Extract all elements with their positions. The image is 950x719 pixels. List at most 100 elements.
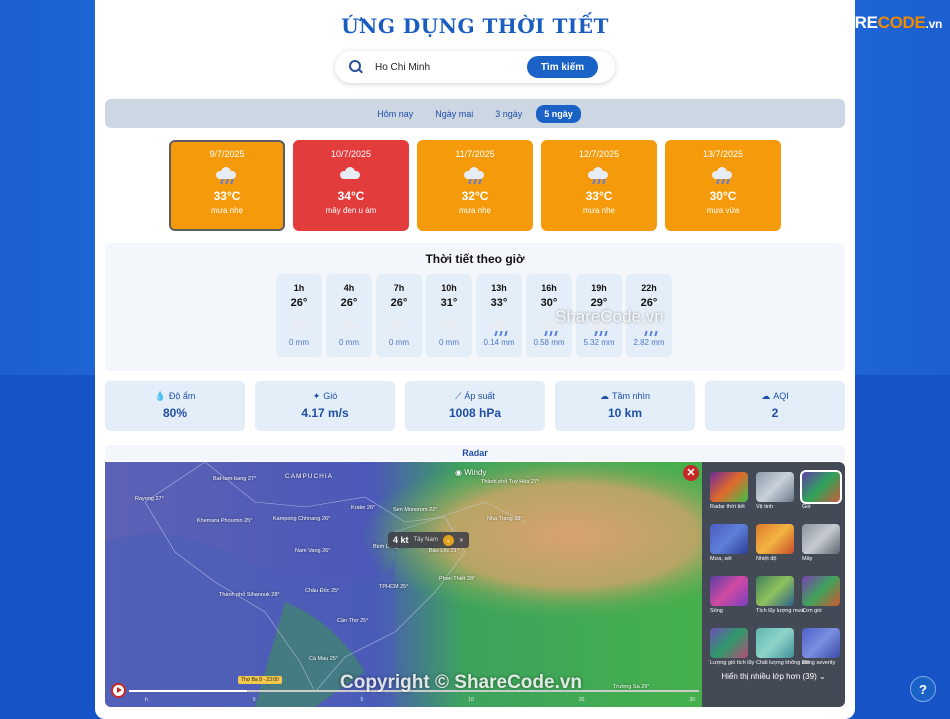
map-label: Châu Đốc 25°	[305, 588, 340, 594]
day-temp: 30°C	[709, 189, 737, 203]
daily-forecast: 9/7/2025 33°C mưa nhẹ 10/7/2025 34°C mây đen …	[169, 140, 781, 231]
day-date: 12/7/2025	[578, 149, 620, 159]
stat-card: ⟋ Áp suất 1008 hPa	[405, 381, 545, 431]
map-label: Cà Mau 25°	[309, 656, 339, 662]
day-temp: 32°C	[461, 189, 489, 203]
hour-card: 1h 26° 0 mm	[276, 274, 322, 357]
wind-icon: ✦	[312, 391, 321, 401]
hour-card: 10h 31° 0 mm	[426, 274, 472, 357]
stat-value: 80%	[162, 406, 188, 420]
hour-label: 16h	[541, 283, 557, 293]
day-card[interactable]: 9/7/2025 33°C mưa nhẹ	[169, 140, 285, 231]
windy-logo-icon: ◉	[455, 468, 465, 477]
watermark-center: ShareCode.vn	[555, 307, 664, 326]
chevron-down-icon[interactable]: ⌄	[442, 534, 454, 546]
page-title: ỨNG DỤNG THỜI TIẾT	[341, 14, 609, 38]
hour-temp: 26°	[340, 297, 358, 309]
hour-label: 22h	[641, 283, 657, 293]
hour-rain: 0 mm	[289, 338, 309, 347]
play-button[interactable]	[111, 683, 126, 698]
hour-temp: 26°	[290, 297, 308, 309]
app-panel: ỨNG DỤNG THỜI TIẾT Tìm kiếm Hôm nay Ngày…	[95, 0, 855, 719]
rain-cloud-icon	[710, 164, 736, 186]
layer-option[interactable]: Sóng severity	[802, 628, 842, 668]
stat-label: ⟋ Áp suất	[455, 391, 495, 401]
layer-label: Tích lũy lượng mưa	[756, 608, 805, 614]
hour-rain: 2.82 mm	[633, 338, 665, 347]
layer-option[interactable]: Lượng gió tích lũy	[710, 628, 755, 668]
stat-value: 10 km	[607, 406, 643, 420]
tab-today[interactable]: Hôm nay	[369, 105, 421, 123]
hourly-forecast: Thời tiết theo giờ 1h 26° 0 mm 4h 26° 0 mm 7h 2…	[105, 243, 845, 371]
radar-layers-panel: Radar thời tiết Vệ tinh Gió Mưa, sét Nhiệt đ…	[702, 462, 845, 707]
visibility-icon: ☁	[599, 391, 609, 401]
stat-value: 1008 hPa	[448, 406, 502, 420]
layer-thumbnail	[802, 628, 840, 658]
hour-temp: 31°	[440, 297, 458, 309]
help-button[interactable]: ?	[910, 676, 936, 702]
layer-option[interactable]: Mây	[802, 524, 842, 564]
hour-label: 7h	[393, 283, 405, 293]
close-icon[interactable]: ✕	[459, 537, 464, 544]
day-date: 10/7/2025	[330, 149, 372, 159]
stat-value: 4.17 m/s	[301, 406, 349, 420]
search-button[interactable]: Tìm kiếm	[527, 56, 598, 78]
map-label: Thành phố Sihanouk 28°	[219, 592, 280, 598]
radar-close-button[interactable]: ✕	[683, 465, 699, 481]
tab-tomorrow[interactable]: Ngày mai	[427, 105, 481, 123]
layer-thumbnail	[756, 524, 794, 554]
layer-option[interactable]: Gió	[800, 470, 842, 512]
radar-title: Radar	[462, 448, 488, 458]
day-card[interactable]: 13/7/2025 30°C mưa vừa	[665, 140, 781, 231]
hour-rain: 0 mm	[339, 338, 359, 347]
timeline-progress	[129, 690, 247, 692]
day-card[interactable]: 11/7/2025 32°C mưa nhẹ	[417, 140, 533, 231]
more-layers-link[interactable]: Hiển thị nhiều lớp hơn (39) ⌄	[702, 672, 845, 681]
layer-thumbnail	[710, 628, 748, 658]
layer-option[interactable]: Mưa, sét	[710, 524, 750, 564]
layer-thumbnail	[802, 576, 840, 606]
layer-option[interactable]: Tích lũy lượng mưa	[756, 576, 805, 616]
hour-temp: 26°	[390, 297, 408, 309]
layer-option[interactable]: Sóng	[710, 576, 750, 616]
forecast-tabs: Hôm nay Ngày mai 3 ngày 5 ngày	[105, 99, 845, 128]
search-bar: Tìm kiếm	[335, 51, 615, 83]
layer-option[interactable]: Chất lượng không khí	[756, 628, 810, 668]
layer-option[interactable]: Radar thời tiết	[710, 472, 750, 512]
wind-popup[interactable]: 4 kt Tây Nam ⌄ ✕	[388, 532, 469, 548]
day-temp: 33°C	[213, 189, 241, 203]
stat-label: ☁ AQI	[761, 391, 789, 401]
hour-rain: 0.58 mm	[533, 338, 565, 347]
layer-thumbnail	[756, 472, 794, 502]
cloud-icon	[438, 316, 460, 336]
layer-thumbnail	[710, 576, 748, 606]
search-input[interactable]	[375, 61, 515, 73]
layer-label: Lượng gió tích lũy	[710, 660, 755, 666]
pressure-icon: ⟋	[455, 391, 462, 401]
day-card[interactable]: 10/7/2025 34°C mây đen u ám	[293, 140, 409, 231]
chevron-down-icon: ⌄	[818, 672, 826, 681]
layer-option[interactable]: Cơn gió	[802, 576, 842, 616]
tab-3-days[interactable]: 3 ngày	[487, 105, 530, 123]
stat-card: 💧 Độ ẩm 80%	[105, 381, 245, 431]
layer-option[interactable]: Vệ tinh	[756, 472, 796, 512]
rain-cloud-icon	[586, 164, 612, 186]
day-temp: 33°C	[585, 189, 613, 203]
tab-5-days[interactable]: 5 ngày	[536, 104, 581, 123]
layer-thumbnail	[710, 472, 748, 502]
hour-rain: 5.32 mm	[583, 338, 615, 347]
layer-option[interactable]: Nhiệt độ	[756, 524, 796, 564]
day-card[interactable]: 12/7/2025 33°C mưa nhẹ	[541, 140, 657, 231]
map-label: Kratie 26°	[351, 505, 376, 511]
hour-card: 13h 33° 0.14 mm	[476, 274, 522, 357]
hour-label: 4h	[343, 283, 355, 293]
layer-thumbnail	[756, 576, 794, 606]
hour-rain: 0.14 mm	[483, 338, 515, 347]
layer-label: Gió	[802, 504, 811, 510]
layer-label: Chất lượng không khí	[756, 660, 810, 666]
stat-card: ✦ Gió 4.17 m/s	[255, 381, 395, 431]
map-label: Khemara Phoumin 25°	[197, 518, 253, 524]
cloud-icon	[338, 316, 360, 336]
radar-map[interactable]: CAMPUCHIA Bat-tam-bang 27° Rayong 27° Ka…	[105, 462, 702, 707]
windy-label: ◉ Windy	[455, 468, 487, 477]
